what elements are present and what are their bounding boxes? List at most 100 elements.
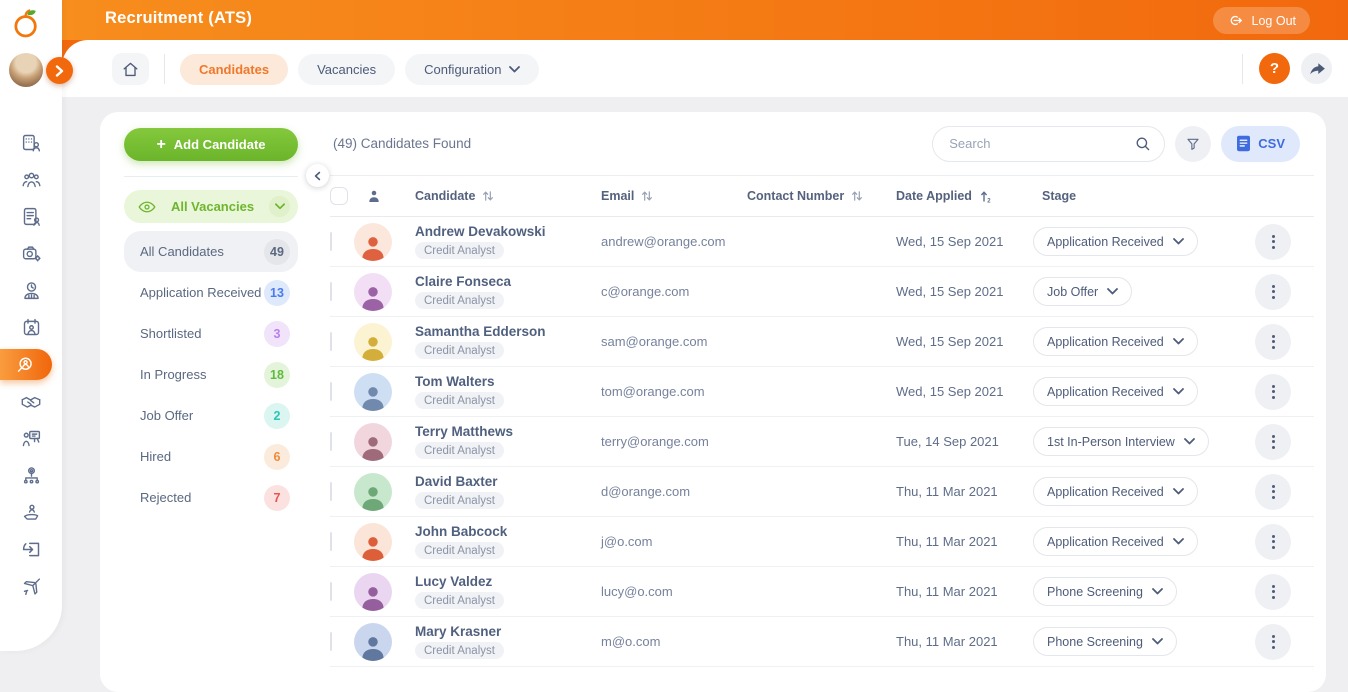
row-checkbox[interactable] — [330, 432, 332, 451]
search-input[interactable] — [932, 126, 1165, 162]
column-label-stage: Stage — [1042, 189, 1076, 203]
candidate-name[interactable]: Tom Walters — [415, 374, 495, 389]
row-actions-menu-button[interactable] — [1255, 474, 1291, 510]
candidate-date-applied: Thu, 11 Mar 2021 — [884, 634, 1033, 649]
candidate-name[interactable]: Terry Matthews — [415, 424, 513, 439]
stage-dropdown[interactable]: Application Received — [1033, 527, 1198, 556]
candidate-date-applied: Thu, 11 Mar 2021 — [884, 484, 1033, 499]
filter-button[interactable] — [1175, 126, 1211, 162]
candidate-email: sam@orange.com — [601, 334, 747, 349]
handshake-icon — [20, 391, 42, 413]
stage-filter-item[interactable]: All Candidates 49 — [124, 231, 298, 272]
candidate-avatar — [354, 323, 392, 361]
sidebar-item-camera-settings[interactable] — [0, 235, 62, 272]
chevron-down-icon — [1173, 388, 1184, 395]
row-actions-menu-button[interactable] — [1255, 374, 1291, 410]
add-candidate-label: Add Candidate — [174, 137, 266, 152]
candidate-email: m@o.com — [601, 634, 747, 649]
home-button[interactable] — [112, 53, 149, 85]
row-checkbox[interactable] — [330, 532, 332, 551]
logout-button[interactable]: Log Out — [1213, 7, 1310, 34]
candidate-name[interactable]: Lucy Valdez — [415, 574, 492, 589]
chevron-down-icon — [1152, 588, 1163, 595]
candidate-name[interactable]: Andrew Devakowski — [415, 224, 546, 239]
sidebar-item-org-chart[interactable] — [0, 457, 62, 494]
chevron-down-icon — [1107, 288, 1118, 295]
chevron-down-icon — [269, 196, 290, 217]
row-actions-menu-button[interactable] — [1255, 274, 1291, 310]
candidate-email: c@orange.com — [601, 284, 747, 299]
candidate-name[interactable]: Samantha Edderson — [415, 324, 546, 339]
offboarding-icon — [21, 539, 42, 560]
stage-filter-item[interactable]: Application Received 13 — [124, 272, 298, 313]
row-actions-menu-button[interactable] — [1255, 424, 1291, 460]
row-checkbox[interactable] — [330, 382, 332, 401]
candidate-name[interactable]: John Babcock — [415, 524, 507, 539]
row-actions-menu-button[interactable] — [1255, 224, 1291, 260]
row-checkbox[interactable] — [330, 632, 332, 651]
stage-filter-item[interactable]: Rejected 7 — [124, 477, 298, 518]
tab-candidates[interactable]: Candidates — [180, 54, 288, 85]
panel-divider — [124, 176, 298, 177]
row-actions-menu-button[interactable] — [1255, 624, 1291, 660]
panel-collapse-button[interactable] — [306, 164, 329, 187]
sort-icon[interactable] — [482, 190, 494, 202]
sidebar-item-recruitment[interactable] — [0, 349, 52, 380]
sidebar-item-employee-directory[interactable] — [0, 124, 62, 161]
sort-ascending-icon[interactable]: 2 — [979, 190, 992, 203]
sidebar-item-travel[interactable] — [0, 568, 62, 605]
search-icon[interactable] — [1134, 135, 1152, 153]
table-row: Terry Matthews Credit Analyst terry@oran… — [330, 417, 1314, 467]
candidate-name[interactable]: David Baxter — [415, 474, 498, 489]
table-row: Claire Fonseca Credit Analyst c@orange.c… — [330, 267, 1314, 317]
table-row: Mary Krasner Credit Analyst m@o.com Thu,… — [330, 617, 1314, 667]
sidebar-item-offboarding[interactable] — [0, 531, 62, 568]
stage-filter-item[interactable]: Job Offer 2 — [124, 395, 298, 436]
tab-vacancies[interactable]: Vacancies — [298, 54, 395, 85]
stage-dropdown[interactable]: Application Received — [1033, 477, 1198, 506]
stage-dropdown[interactable]: Phone Screening — [1033, 627, 1177, 656]
sidebar-item-team[interactable] — [0, 161, 62, 198]
row-actions-menu-button[interactable] — [1255, 524, 1291, 560]
candidate-name[interactable]: Claire Fonseca — [415, 274, 511, 289]
stage-filter-list: All Candidates 49 Application Received 1… — [124, 231, 298, 518]
row-checkbox[interactable] — [330, 232, 332, 251]
help-button[interactable]: ? — [1259, 53, 1290, 84]
sidebar-item-training[interactable] — [0, 420, 62, 457]
stage-filter-item[interactable]: In Progress 18 — [124, 354, 298, 395]
candidate-name[interactable]: Mary Krasner — [415, 624, 501, 639]
sidebar-item-onboarding[interactable] — [0, 494, 62, 531]
vacancy-filter-dropdown[interactable]: All Vacancies — [124, 190, 298, 223]
row-actions-menu-button[interactable] — [1255, 324, 1291, 360]
row-checkbox[interactable] — [330, 332, 332, 351]
stage-dropdown[interactable]: Application Received — [1033, 227, 1198, 256]
share-button[interactable] — [1301, 53, 1332, 84]
row-checkbox[interactable] — [330, 582, 332, 601]
user-avatar[interactable] — [9, 53, 43, 87]
row-checkbox[interactable] — [330, 482, 332, 501]
row-actions-menu-button[interactable] — [1255, 574, 1291, 610]
stage-dropdown[interactable]: Application Received — [1033, 377, 1198, 406]
stage-filter-item[interactable]: Shortlisted 3 — [124, 313, 298, 354]
sidebar-item-attendance-clock[interactable] — [0, 272, 62, 309]
sort-icon[interactable] — [851, 190, 863, 202]
export-csv-button[interactable]: CSV — [1221, 126, 1300, 162]
stage-dropdown[interactable]: 1st In-Person Interview — [1033, 427, 1209, 456]
chevron-down-icon — [1173, 538, 1184, 545]
stage-filter-item[interactable]: Hired 6 — [124, 436, 298, 477]
stage-dropdown[interactable]: Job Offer — [1033, 277, 1132, 306]
sidebar-item-employee-report[interactable] — [0, 198, 62, 235]
stage-dropdown[interactable]: Application Received — [1033, 327, 1198, 356]
stage-selected-value: Application Received — [1047, 335, 1164, 349]
column-label-date-applied: Date Applied — [896, 189, 972, 203]
sidebar-expand-button[interactable] — [46, 57, 73, 84]
sort-icon[interactable] — [641, 190, 653, 202]
add-candidate-button[interactable]: + Add Candidate — [124, 128, 298, 161]
row-checkbox[interactable] — [330, 282, 332, 301]
stage-dropdown[interactable]: Phone Screening — [1033, 577, 1177, 606]
candidate-avatar — [354, 623, 392, 661]
sidebar-item-calendar-event[interactable] — [0, 309, 62, 346]
sidebar-item-handshake[interactable] — [0, 383, 62, 420]
tab-configuration[interactable]: Configuration — [405, 54, 539, 85]
select-all-checkbox[interactable] — [330, 187, 348, 205]
